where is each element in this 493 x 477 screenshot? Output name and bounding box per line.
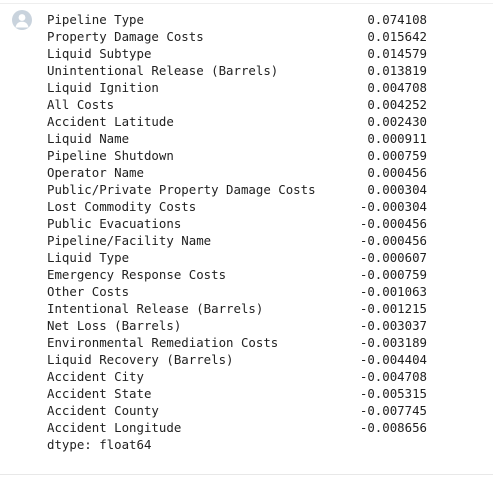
row-value: -0.005315: [359, 386, 427, 401]
row-label: Unintentional Release (Barrels): [47, 63, 279, 78]
series-row: Liquid Recovery (Barrels) -0.004404: [47, 351, 427, 368]
row-label: Accident Longitude: [47, 420, 182, 435]
row-value: -0.000456: [359, 216, 427, 231]
row-value: 0.000304: [367, 182, 427, 197]
row-value: -0.004404: [359, 352, 427, 367]
row-label: Property Damage Costs: [47, 29, 204, 44]
series-row: All Costs 0.004252: [47, 96, 427, 113]
series-row: Operator Name 0.000456: [47, 164, 427, 181]
row-label: Lost Commodity Costs: [47, 199, 197, 214]
row-value: -0.000607: [359, 250, 427, 265]
row-value: 0.014579: [367, 46, 427, 61]
series-row: Accident City -0.004708: [47, 368, 427, 385]
row-label: Accident Latitude: [47, 114, 174, 129]
series-row: Accident Latitude 0.002430: [47, 113, 427, 130]
row-label: All Costs: [47, 97, 115, 112]
row-value: -0.004708: [359, 369, 427, 384]
series-row: Property Damage Costs 0.015642: [47, 28, 427, 45]
row-label: Public Evacuations: [47, 216, 182, 231]
row-label: Liquid Name: [47, 131, 130, 146]
series-row: Unintentional Release (Barrels) 0.013819: [47, 62, 427, 79]
dtype-line: dtype: float64: [47, 437, 152, 452]
series-row: Public/Private Property Damage Costs 0.00…: [47, 181, 427, 198]
row-value: 0.074108: [367, 12, 427, 27]
series-row: Liquid Type -0.000607: [47, 249, 427, 266]
row-label: Accident State: [47, 386, 152, 401]
notebook-output-cell: Pipeline Type 0.074108 Property Damage Cos…: [0, 0, 493, 477]
row-label: Intentional Release (Barrels): [47, 301, 264, 316]
row-label: Pipeline Type: [47, 12, 144, 27]
series-row: Other Costs -0.001063: [47, 283, 427, 300]
row-value: -0.007745: [359, 403, 427, 418]
series-row: Liquid Ignition 0.004708: [47, 79, 427, 96]
row-label: Emergency Response Costs: [47, 267, 227, 282]
row-value: -0.000456: [359, 233, 427, 248]
series-row: Environmental Remediation Costs -0.003189: [47, 334, 427, 351]
series-row: Pipeline Type 0.074108: [47, 11, 427, 28]
row-label: Liquid Recovery (Barrels): [47, 352, 234, 367]
series-rows: Pipeline Type 0.074108 Property Damage Cos…: [47, 11, 427, 436]
series-row: Accident Longitude -0.008656: [47, 419, 427, 436]
series-row: Accident State -0.005315: [47, 385, 427, 402]
row-value: -0.001215: [359, 301, 427, 316]
row-label: Pipeline Shutdown: [47, 148, 174, 163]
series-row: Liquid Subtype 0.014579: [47, 45, 427, 62]
row-value: -0.008656: [359, 420, 427, 435]
row-label: Liquid Ignition: [47, 80, 159, 95]
row-label: Pipeline/Facility Name: [47, 233, 212, 248]
series-row: Pipeline Shutdown 0.000759: [47, 147, 427, 164]
series-output: Pipeline Type 0.074108 Property Damage Cos…: [47, 11, 427, 453]
series-row: Accident County -0.007745: [47, 402, 427, 419]
row-value: -0.000304: [359, 199, 427, 214]
row-value: 0.000759: [367, 148, 427, 163]
series-row: Net Loss (Barrels) -0.003037: [47, 317, 427, 334]
bottom-divider: [0, 474, 493, 475]
row-value: 0.004252: [367, 97, 427, 112]
row-label: Public/Private Property Damage Costs: [47, 182, 316, 197]
top-divider: [0, 3, 493, 4]
series-row: Liquid Name 0.000911: [47, 130, 427, 147]
row-value: 0.000456: [367, 165, 427, 180]
row-label: Operator Name: [47, 165, 144, 180]
series-row: Intentional Release (Barrels) -0.001215: [47, 300, 427, 317]
row-value: 0.002430: [367, 114, 427, 129]
row-value: 0.013819: [367, 63, 427, 78]
row-label: Other Costs: [47, 284, 130, 299]
series-row: Public Evacuations -0.000456: [47, 215, 427, 232]
row-label: Accident County: [47, 403, 159, 418]
row-value: 0.004708: [367, 80, 427, 95]
row-label: Accident City: [47, 369, 144, 384]
user-avatar-icon: [12, 10, 32, 30]
row-label: Liquid Type: [47, 250, 130, 265]
row-label: Liquid Subtype: [47, 46, 152, 61]
row-value: -0.000759: [359, 267, 427, 282]
series-row: Lost Commodity Costs -0.000304: [47, 198, 427, 215]
row-value: -0.003037: [359, 318, 427, 333]
row-value: -0.001063: [359, 284, 427, 299]
row-label: Net Loss (Barrels): [47, 318, 182, 333]
row-value: 0.015642: [367, 29, 427, 44]
series-row: Emergency Response Costs -0.000759: [47, 266, 427, 283]
row-label: Environmental Remediation Costs: [47, 335, 279, 350]
series-row: Pipeline/Facility Name -0.000456: [47, 232, 427, 249]
row-value: 0.000911: [367, 131, 427, 146]
row-value: -0.003189: [359, 335, 427, 350]
